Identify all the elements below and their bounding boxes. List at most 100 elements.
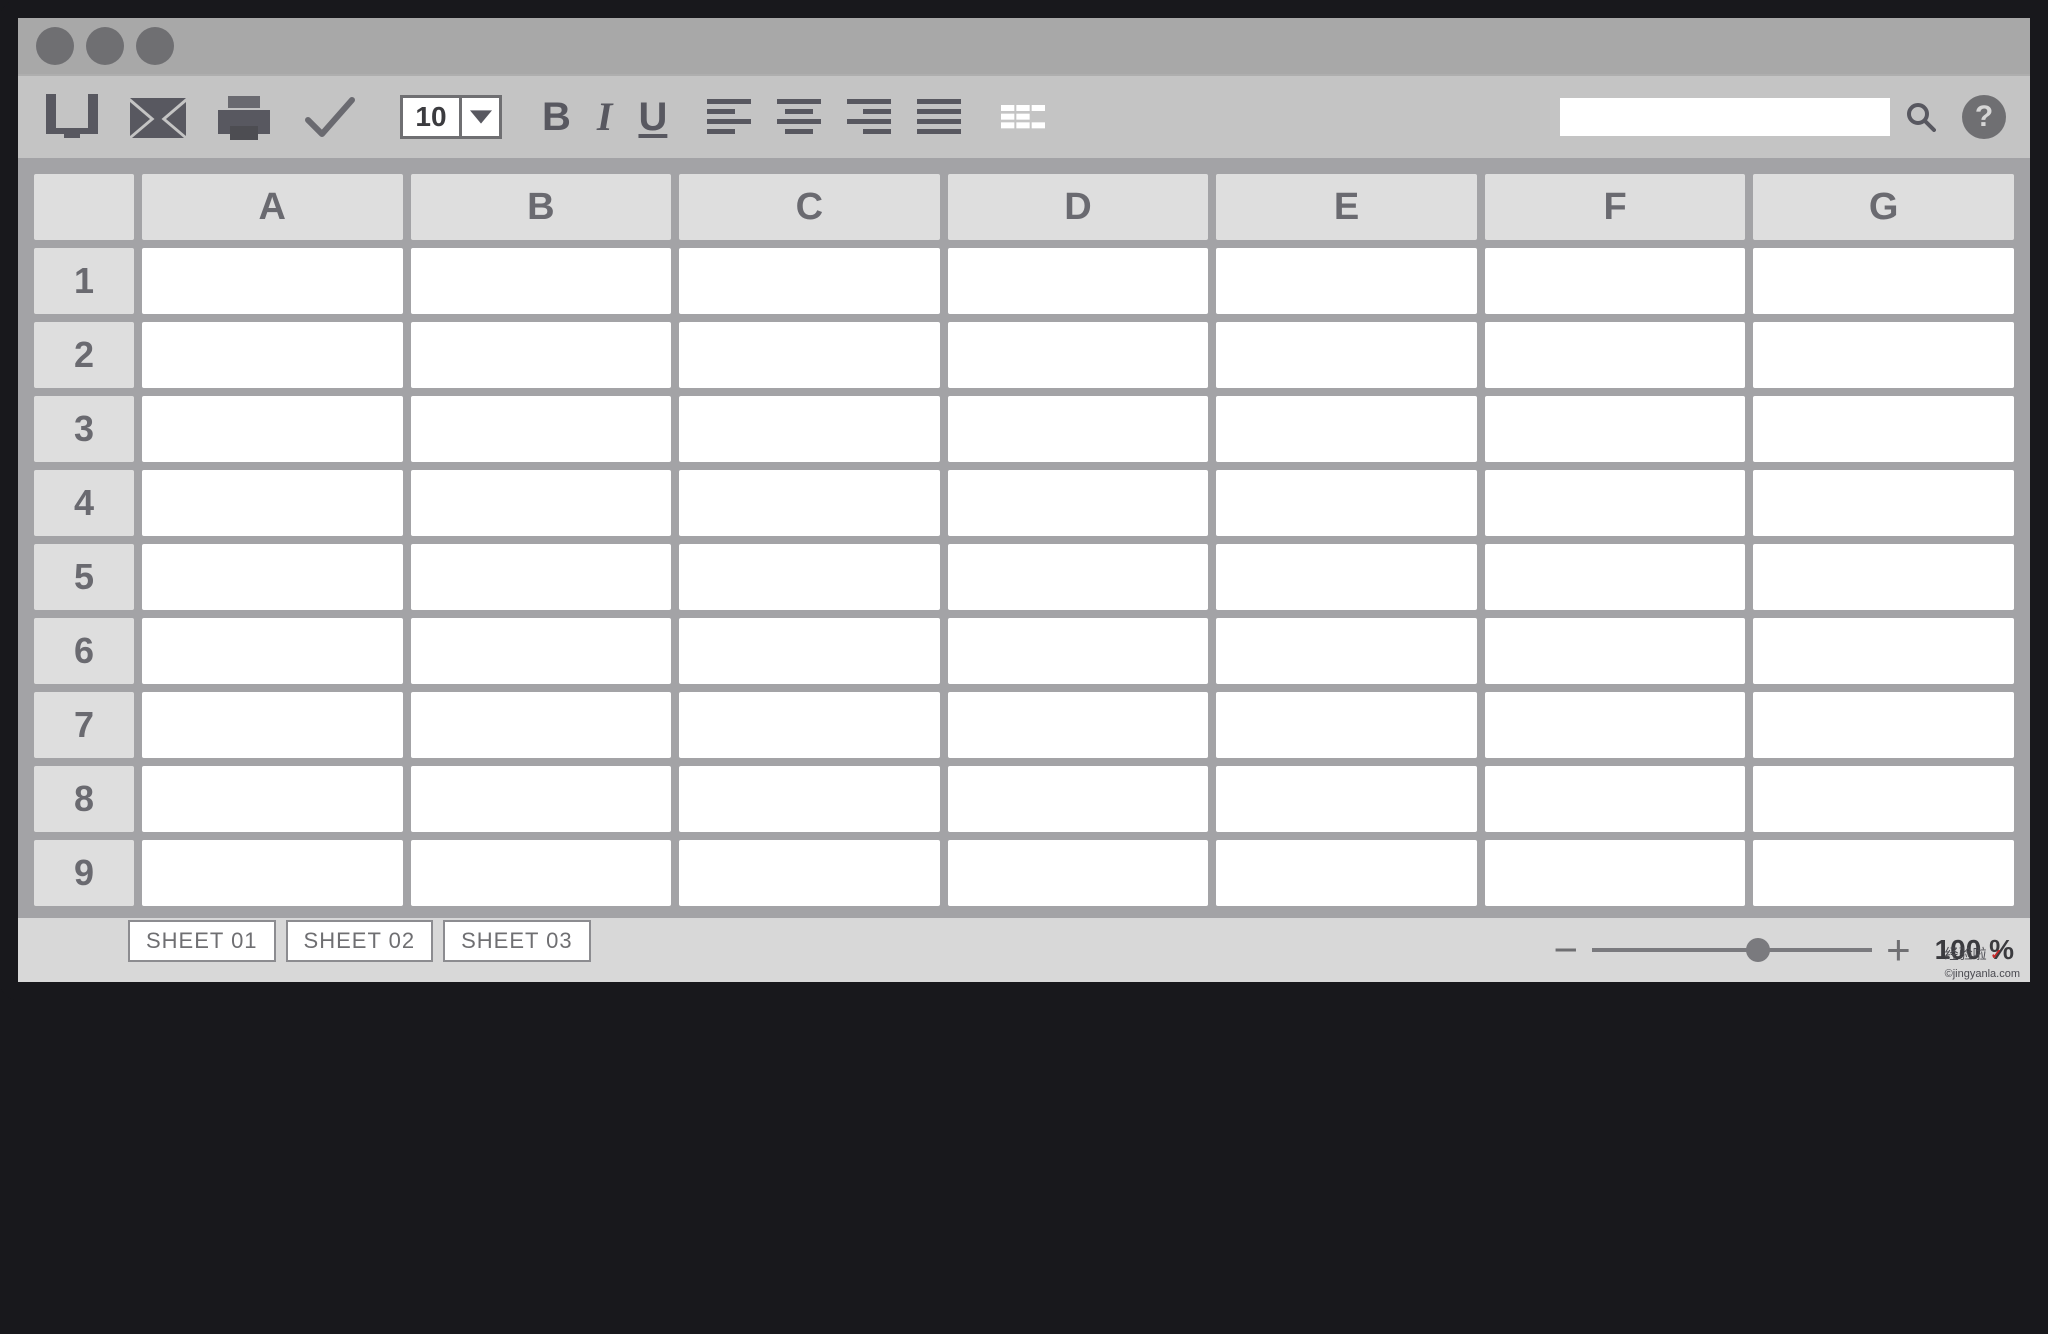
row-header[interactable]: 2 [34, 322, 134, 388]
column-header[interactable]: B [411, 174, 672, 240]
cell[interactable] [679, 840, 940, 906]
cell[interactable] [411, 248, 672, 314]
cell[interactable] [1753, 618, 2014, 684]
cell[interactable] [1485, 618, 1746, 684]
row-header[interactable]: 1 [34, 248, 134, 314]
zoom-slider[interactable] [1592, 948, 1872, 952]
cell[interactable] [948, 396, 1209, 462]
cell[interactable] [1216, 840, 1477, 906]
cell[interactable] [1485, 396, 1746, 462]
cell[interactable] [411, 396, 672, 462]
row-header[interactable]: 5 [34, 544, 134, 610]
cell[interactable] [1753, 470, 2014, 536]
cell[interactable] [948, 248, 1209, 314]
cell[interactable] [948, 470, 1209, 536]
cell[interactable] [1485, 766, 1746, 832]
cell[interactable] [679, 618, 940, 684]
cell[interactable] [142, 840, 403, 906]
cell[interactable] [142, 248, 403, 314]
bold-button[interactable]: B [542, 97, 571, 137]
row-header[interactable]: 3 [34, 396, 134, 462]
cell[interactable] [411, 618, 672, 684]
help-button[interactable]: ? [1962, 95, 2006, 139]
column-header[interactable]: C [679, 174, 940, 240]
cell[interactable] [948, 766, 1209, 832]
cell[interactable] [1753, 692, 2014, 758]
cell[interactable] [142, 396, 403, 462]
column-header[interactable]: F [1485, 174, 1746, 240]
cell[interactable] [411, 766, 672, 832]
cell[interactable] [1216, 544, 1477, 610]
italic-button[interactable]: I [597, 97, 613, 137]
cell[interactable] [1216, 322, 1477, 388]
cell[interactable] [142, 470, 403, 536]
column-header[interactable]: D [948, 174, 1209, 240]
sheet-tab[interactable]: SHEET 02 [286, 920, 434, 962]
cell[interactable] [948, 692, 1209, 758]
maximize-window-icon[interactable] [136, 27, 174, 65]
font-size-selector[interactable]: 10 [400, 95, 502, 139]
cell[interactable] [142, 618, 403, 684]
minimize-window-icon[interactable] [86, 27, 124, 65]
cell[interactable] [948, 544, 1209, 610]
cell[interactable] [1216, 248, 1477, 314]
align-center-icon[interactable] [777, 99, 821, 135]
cell[interactable] [142, 692, 403, 758]
cell[interactable] [679, 544, 940, 610]
cell[interactable] [1485, 544, 1746, 610]
underline-button[interactable]: U [638, 97, 667, 137]
cell[interactable] [679, 766, 940, 832]
column-header[interactable]: G [1753, 174, 2014, 240]
cell[interactable] [1216, 396, 1477, 462]
align-justify-icon[interactable] [917, 99, 961, 135]
cell[interactable] [948, 840, 1209, 906]
chevron-down-icon[interactable] [459, 98, 499, 136]
cell[interactable] [679, 396, 940, 462]
search-input[interactable] [1560, 98, 1890, 136]
select-all-corner[interactable] [34, 174, 134, 240]
column-header[interactable]: E [1216, 174, 1477, 240]
cell[interactable] [1216, 470, 1477, 536]
cell[interactable] [1216, 766, 1477, 832]
cell[interactable] [679, 322, 940, 388]
align-right-icon[interactable] [847, 99, 891, 135]
print-icon[interactable] [214, 92, 274, 142]
save-icon[interactable] [42, 92, 102, 142]
row-header[interactable]: 8 [34, 766, 134, 832]
align-left-icon[interactable] [707, 99, 751, 135]
row-header[interactable]: 9 [34, 840, 134, 906]
cell[interactable] [1485, 470, 1746, 536]
cells-icon[interactable] [1001, 99, 1045, 135]
row-header[interactable]: 6 [34, 618, 134, 684]
cell[interactable] [411, 692, 672, 758]
check-icon[interactable] [300, 92, 360, 142]
cell[interactable] [411, 470, 672, 536]
cell[interactable] [1485, 248, 1746, 314]
cell[interactable] [1485, 322, 1746, 388]
cell[interactable] [1216, 692, 1477, 758]
cell[interactable] [1216, 618, 1477, 684]
cell[interactable] [679, 248, 940, 314]
cell[interactable] [1753, 544, 2014, 610]
close-window-icon[interactable] [36, 27, 74, 65]
cell[interactable] [1485, 692, 1746, 758]
row-header[interactable]: 7 [34, 692, 134, 758]
cell[interactable] [679, 470, 940, 536]
cell[interactable] [411, 322, 672, 388]
cell[interactable] [948, 618, 1209, 684]
cell[interactable] [1753, 766, 2014, 832]
column-header[interactable]: A [142, 174, 403, 240]
cell[interactable] [679, 692, 940, 758]
cell[interactable] [1753, 248, 2014, 314]
cell[interactable] [1485, 840, 1746, 906]
search-icon[interactable] [1906, 102, 1936, 132]
row-header[interactable]: 4 [34, 470, 134, 536]
cell[interactable] [1753, 396, 2014, 462]
cell[interactable] [142, 322, 403, 388]
cell[interactable] [142, 544, 403, 610]
cell[interactable] [1753, 322, 2014, 388]
mail-icon[interactable] [128, 92, 188, 142]
sheet-tab[interactable]: SHEET 01 [128, 920, 276, 962]
sheet-tab[interactable]: SHEET 03 [443, 920, 591, 962]
cell[interactable] [411, 840, 672, 906]
